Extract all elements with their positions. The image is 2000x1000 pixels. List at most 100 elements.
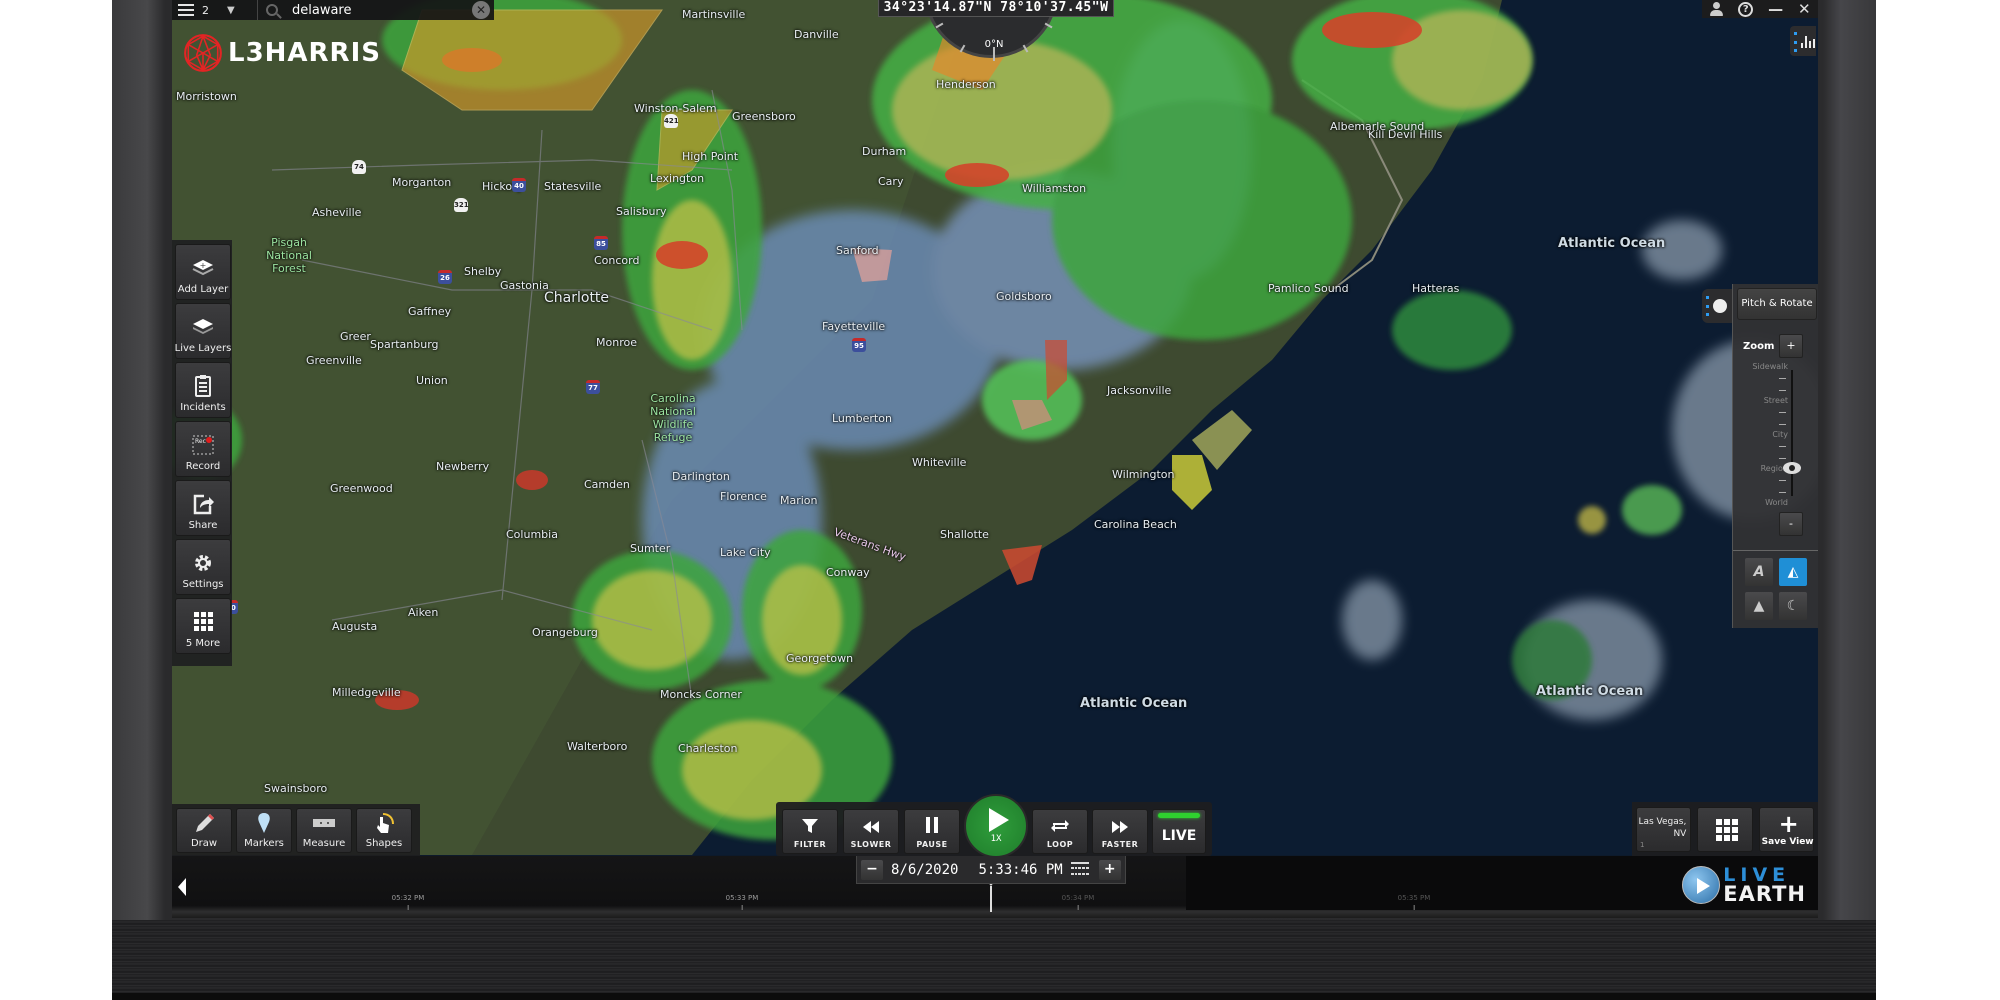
labels-mode-icon[interactable]: A (1745, 558, 1773, 586)
minimize-icon[interactable]: — (1768, 0, 1783, 18)
layers-icon (193, 319, 213, 334)
draw-label: Draw (190, 838, 218, 849)
map-label-city: Camden (584, 478, 630, 491)
us-route-shield: 421 (664, 114, 679, 128)
zoom-level-label: Sidewalk (1752, 362, 1788, 371)
loop-button[interactable]: LOOP (1032, 809, 1088, 854)
chevron-down-icon: ▼ (227, 4, 235, 16)
zoom-slider-track[interactable] (1791, 370, 1793, 496)
live-layers-button[interactable]: Live Layers (175, 303, 231, 359)
incidents-button[interactable]: Incidents (175, 362, 231, 418)
save-view-button[interactable]: + Save View (1758, 807, 1814, 852)
saved-view-las-vegas[interactable]: Las Vegas, NV 1 (1636, 807, 1692, 852)
map-label-city: Columbia (506, 528, 558, 541)
share-button[interactable]: Share (175, 480, 231, 536)
incidents-label: Incidents (180, 402, 226, 413)
zoom-tick (1779, 412, 1786, 413)
datetime-control: − 8/6/2020 5:33:46 PM + (856, 856, 1126, 884)
clear-search-icon[interactable]: ✕ (472, 1, 490, 19)
measure-button[interactable]: Measure (296, 808, 352, 853)
record-button[interactable]: Rec Record (175, 421, 231, 477)
draw-button[interactable]: Draw (176, 808, 232, 853)
map-label-park: Pisgah National Forest (266, 236, 312, 275)
zoom-in-button[interactable]: + (1779, 334, 1803, 358)
map-label-city: Union (416, 374, 448, 387)
pencil-icon (196, 814, 214, 832)
slower-button[interactable]: SLOWER (843, 809, 899, 854)
night-mode-icon[interactable]: ☾ (1779, 592, 1807, 620)
step-back-button[interactable]: − (861, 859, 883, 880)
shapes-label: Shapes (365, 838, 403, 849)
pitch-rotate-button[interactable]: Pitch & Rotate (1737, 288, 1817, 320)
map-label-city: Newberry (436, 460, 490, 473)
map-label-city: Cary (878, 175, 904, 188)
zoom-level-label: Street (1763, 396, 1788, 405)
interstate-shield: 40 (512, 178, 526, 192)
search-input[interactable] (292, 2, 462, 18)
map-label-city: Concord (594, 254, 640, 267)
markers-label: Markers (244, 838, 284, 849)
all-saved-views-button[interactable] (1697, 807, 1753, 852)
faster-button[interactable]: FASTER (1092, 809, 1148, 854)
filter-icon (802, 819, 818, 833)
more-tools-button[interactable]: 5 More (175, 598, 231, 654)
terrain-labels-mode-icon[interactable]: ◭ (1779, 558, 1807, 586)
help-icon[interactable]: ? (1738, 1, 1754, 17)
list-icon (178, 4, 194, 16)
weather-radar-map[interactable]: Morristown Martinsville Danville Winston… (172, 0, 1818, 855)
timeline-back-arrow-icon[interactable] (178, 878, 186, 896)
close-icon[interactable]: ✕ (1798, 0, 1811, 18)
map-label-city: Goldsboro (996, 290, 1052, 303)
settings-button[interactable]: Settings (175, 539, 231, 595)
fast-forward-icon (1112, 821, 1128, 833)
save-view-label: Save View (1761, 837, 1814, 847)
app-screen: Morristown Martinsville Danville Winston… (172, 0, 1818, 918)
map-label-city: Lexington (650, 172, 705, 185)
zoom-out-button[interactable]: - (1779, 512, 1803, 536)
markers-button[interactable]: Markers (236, 808, 292, 853)
panel-divider (1733, 550, 1818, 551)
shapes-button[interactable]: Shapes (356, 808, 412, 853)
map-label-city: Charlotte (544, 290, 610, 306)
saved-view-index: 1 (1640, 841, 1645, 849)
grid-icon (194, 612, 213, 631)
map-label-water: Pamlico Sound (1268, 282, 1349, 295)
calendar-icon[interactable] (1070, 861, 1089, 878)
filter-button[interactable]: FILTER (782, 809, 838, 854)
l3harris-logo: L3HARRIS (182, 32, 381, 74)
map-label-city: Augusta (332, 620, 378, 633)
current-time: 5:33:46 PM (978, 861, 1063, 878)
measure-label: Measure (302, 838, 346, 849)
user-icon[interactable] (1709, 2, 1724, 16)
timeline-playhead[interactable] (986, 880, 996, 912)
view-panel-tab[interactable] (1702, 289, 1732, 323)
map-label-city: Fayetteville (822, 320, 886, 333)
hand-shape-icon (377, 813, 394, 833)
step-forward-button[interactable]: + (1098, 859, 1121, 880)
add-layer-icon: + (192, 260, 214, 276)
add-layer-button[interactable]: + Add Layer (175, 244, 231, 300)
map-label-park: Carolina National Wildlife Refuge (650, 392, 696, 444)
faster-label: FASTER (1101, 840, 1139, 849)
interstate-shield: 85 (594, 236, 608, 250)
zoom-slider-eye-handle[interactable] (1783, 462, 1801, 474)
map-label-water: Atlantic Ocean (1080, 696, 1188, 711)
top-search-bar: 2 ▼ ✕ (172, 0, 494, 20)
play-icon (988, 808, 1009, 832)
us-route-shield: 74 (352, 160, 366, 174)
map-label-city: Wilmington (1112, 468, 1175, 481)
stats-panel-tab[interactable] (1790, 26, 1816, 56)
live-button[interactable]: LIVE (1152, 809, 1206, 854)
map-label-city: Sumter (630, 542, 671, 555)
play-button[interactable]: 1X (964, 794, 1028, 858)
terrain-mode-icon[interactable]: ▲ (1745, 592, 1773, 620)
warning-polygon (1172, 455, 1212, 510)
map-label-city: Morristown (176, 90, 237, 103)
zoom-tick (1779, 458, 1786, 459)
zoom-level-label: City (1772, 430, 1788, 439)
monitor-stand-chin (112, 920, 1876, 1000)
active-layers-dropdown[interactable]: 2 ▼ (172, 0, 258, 20)
map-label-city: Gaffney (408, 305, 452, 318)
map-label-city: Hatteras (1412, 282, 1460, 295)
pause-button[interactable]: PAUSE (904, 809, 960, 854)
